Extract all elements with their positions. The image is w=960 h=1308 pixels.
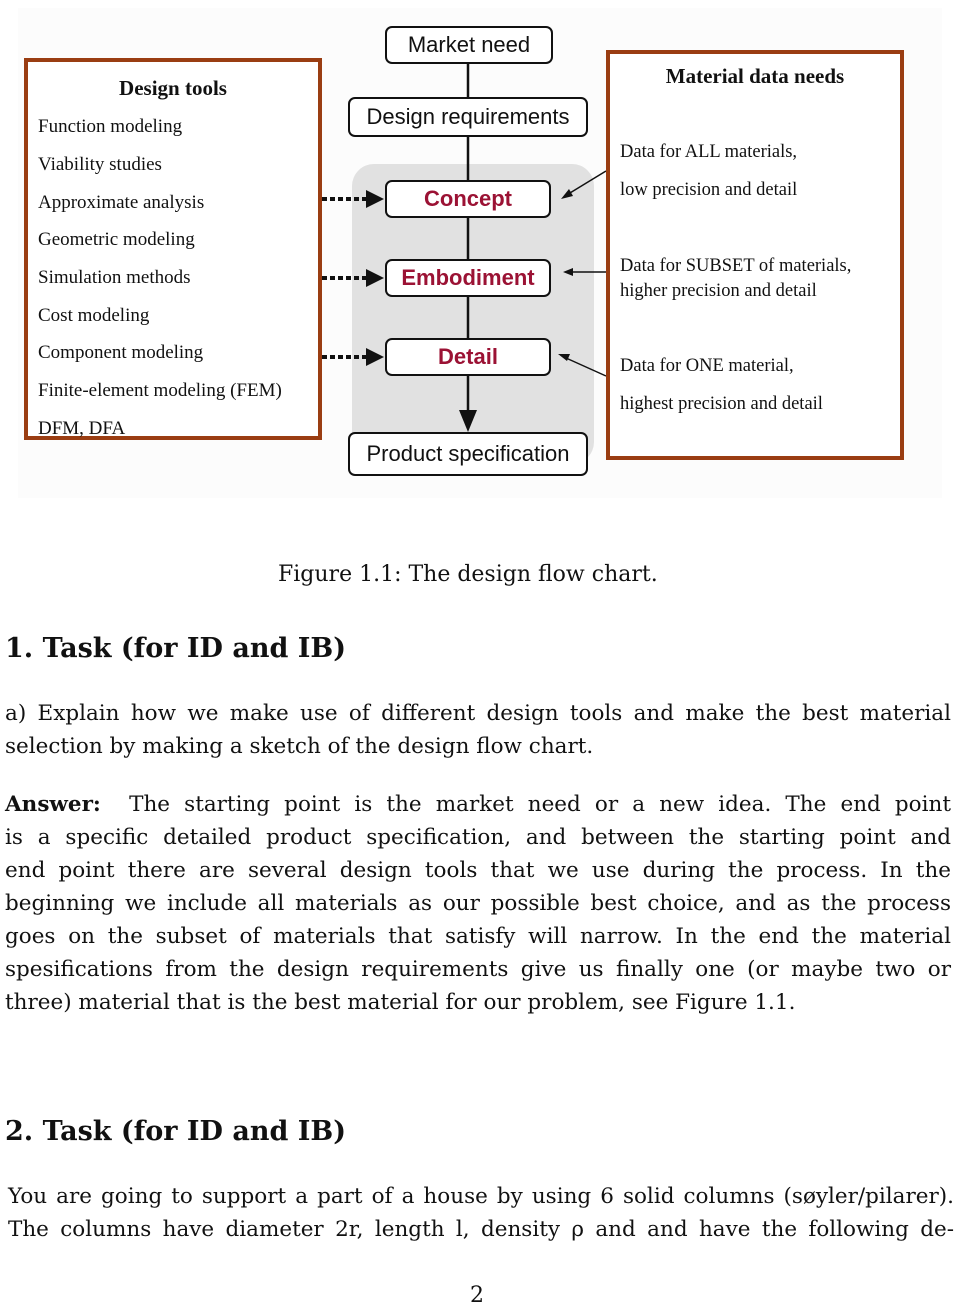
market-need-box: Market need: [385, 26, 553, 64]
page-number: 2: [470, 1283, 484, 1308]
design-tool-item: Viability studies: [38, 154, 162, 175]
material-need-item: Data for SUBSET of materials, higher pre…: [620, 254, 851, 304]
answer-line: spesifications from the design requireme…: [5, 957, 951, 982]
answer-text: The starting point is the market need or…: [129, 792, 951, 817]
material-need-line: Data for ALL materials,: [620, 142, 798, 162]
answer-line: is a specific detailed product specifica…: [5, 825, 951, 850]
answer-line: beginning we include all materials as ou…: [5, 891, 951, 916]
concept-box: Concept: [385, 180, 551, 218]
task1-heading: 1. Task (for ID and IB): [5, 633, 346, 664]
question-line: selection by making a sketch of the desi…: [5, 734, 594, 759]
design-tool-item: Approximate analysis: [38, 192, 205, 213]
answer-line: Answer: The starting point is the market…: [5, 788, 951, 821]
design-flow-chart-figure: Design tools Function modeling Viability…: [18, 8, 942, 498]
material-need-item: Data for ONE material, highest precision…: [620, 354, 823, 417]
design-tool-item: Simulation methods: [38, 267, 191, 288]
task2-line: The columns have diameter 2r, length l, …: [8, 1217, 954, 1242]
design-tool-item: Component modeling: [38, 342, 204, 363]
design-requirements-box: Design requirements: [348, 97, 588, 137]
material-need-line: Data for SUBSET of materials,: [620, 256, 852, 276]
answer-line: goes on the subset of materials that sat…: [5, 924, 951, 949]
material-need-line: Data for ONE material,: [620, 356, 794, 376]
detail-box: Detail: [385, 338, 551, 376]
embodiment-box: Embodiment: [385, 259, 551, 297]
material-data-needs-title: Material data needs: [665, 64, 845, 88]
design-tools-title: Design tools: [119, 76, 227, 100]
answer-line: three) material that is the best materia…: [5, 990, 796, 1015]
task2-heading: 2. Task (for ID and IB): [5, 1116, 346, 1147]
design-tool-item: Finite-element modeling (FEM): [38, 380, 282, 401]
task2-line: You are going to support a part of a hou…: [8, 1184, 954, 1209]
question-line: a) Explain how we make use of different …: [5, 701, 951, 726]
product-specification-box: Product specification: [348, 432, 588, 476]
design-tool-item: Function modeling: [38, 116, 183, 137]
design-tool-item: Geometric modeling: [38, 229, 195, 250]
design-tools-box: Design tools Function modeling Viability…: [24, 58, 322, 440]
task2-text: You are going to support a part of a hou…: [8, 1180, 954, 1246]
design-tool-item: Cost modeling: [38, 305, 150, 326]
material-need-line: highest precision and detail: [620, 394, 823, 414]
task1-answer: Answer: The starting point is the market…: [5, 788, 951, 1019]
design-tool-item: DFM, DFA: [38, 418, 126, 439]
material-need-line: low precision and detail: [620, 180, 798, 200]
answer-line: end point there are several design tools…: [5, 858, 951, 883]
material-need-item: Data for ALL materials, low precision an…: [620, 140, 797, 203]
figure-caption: Figure 1.1: The design flow chart.: [278, 562, 658, 587]
material-data-needs-box: Material data needs Data for ALL materia…: [606, 50, 904, 460]
answer-label: Answer:: [5, 792, 101, 817]
task1-question: a) Explain how we make use of different …: [5, 697, 951, 763]
material-need-line: higher precision and detail: [620, 281, 817, 301]
